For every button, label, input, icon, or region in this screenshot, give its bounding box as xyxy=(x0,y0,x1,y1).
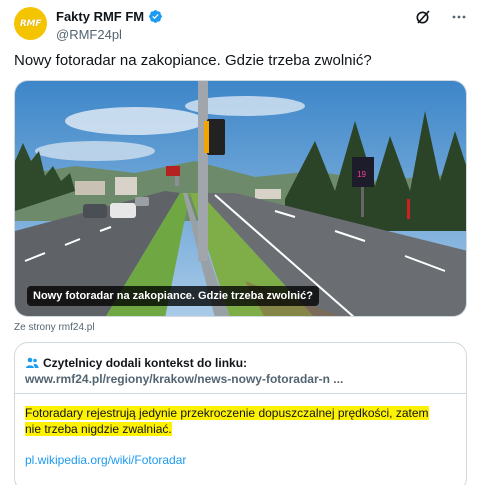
svg-text:19: 19 xyxy=(357,170,366,179)
note-body: Fotoradary rejestrują jedynie przekrocze… xyxy=(25,405,445,437)
link-card-title[interactable]: Nowy fotoradar na zakopiance. Gdzie trze… xyxy=(27,286,319,306)
verified-badge-icon xyxy=(149,10,163,23)
avatar[interactable]: RMF xyxy=(14,7,47,40)
grok-icon[interactable] xyxy=(414,8,432,26)
note-heading-text: Czytelnicy dodali kontekst do linku: xyxy=(43,356,248,370)
note-context-link[interactable]: www.rmf24.pl/regiony/krakow/news-nowy-fo… xyxy=(25,372,343,386)
account-handle[interactable]: @RMF24pl xyxy=(56,27,163,42)
link-card-image[interactable]: 19 Nowy fotoradar na zakopiance. Gdzie t… xyxy=(14,80,467,317)
people-icon xyxy=(26,357,39,368)
link-source[interactable]: Ze strony rmf24.pl xyxy=(14,322,95,333)
avatar-logo-text: RMF xyxy=(19,18,42,29)
note-heading: Czytelnicy dodali kontekst do linku: www… xyxy=(25,355,455,387)
more-icon[interactable] xyxy=(450,8,468,26)
note-body-text: Fotoradary rejestrują jedynie przekrocze… xyxy=(25,406,429,436)
note-source-link[interactable]: pl.wikipedia.org/wiki/Fotoradar xyxy=(25,453,186,467)
tweet-text: Nowy fotoradar na zakopiance. Gdzie trze… xyxy=(14,52,372,69)
tweet-actions-top xyxy=(414,8,468,26)
author-block: Fakty RMF FM @RMF24pl xyxy=(56,8,163,42)
road-photo: 19 xyxy=(15,81,466,316)
divider xyxy=(15,393,466,394)
community-note: Czytelnicy dodali kontekst do linku: www… xyxy=(14,342,467,485)
account-name[interactable]: Fakty RMF FM xyxy=(56,9,144,24)
